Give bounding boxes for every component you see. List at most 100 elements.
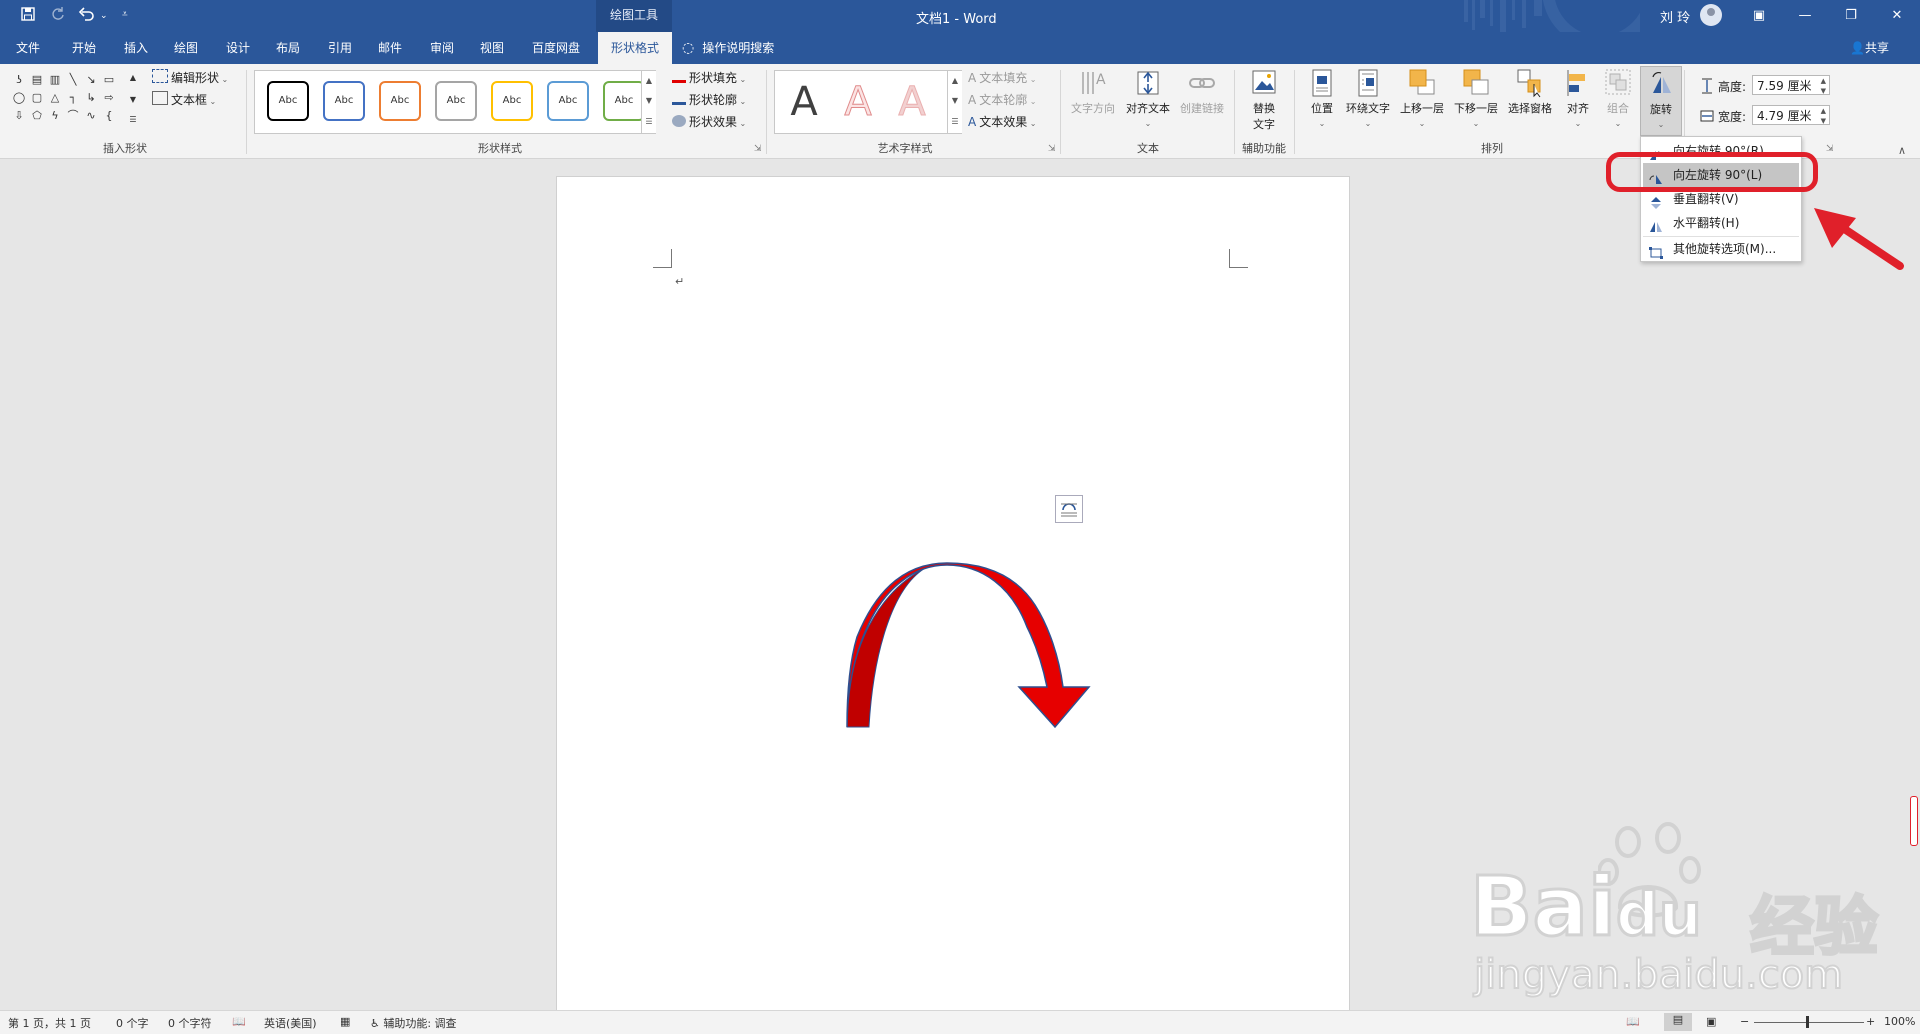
zoom-slider-thumb[interactable] <box>1806 1016 1809 1028</box>
shape-style-swatch[interactable]: Abc <box>547 81 589 121</box>
dialog-launcher-icon[interactable]: ⇲ <box>754 144 762 154</box>
shape-wave-icon[interactable]: ∿ <box>84 110 98 122</box>
selection-pane-button[interactable]: 选择窗格 <box>1504 68 1556 116</box>
ribbon-display-options-icon[interactable]: ▣ <box>1736 0 1782 32</box>
create-link-button[interactable]: 创建链接 <box>1176 68 1228 116</box>
menu-item-more-rotation-options[interactable]: 其他旋转选项(M)... <box>1643 237 1799 261</box>
shape-brace-icon[interactable]: { <box>102 110 116 122</box>
print-layout-icon[interactable]: ▤ <box>1664 1013 1692 1031</box>
shape-vertical-textbox-icon[interactable]: ▥ <box>48 74 62 86</box>
gallery-more-icon[interactable]: ☰ <box>641 111 656 133</box>
width-input[interactable]: 4.79 厘米 ▲ ▼ <box>1752 105 1830 125</box>
tab-design[interactable]: 设计 <box>216 32 260 64</box>
shape-arc-icon[interactable]: ⌒ <box>66 110 80 122</box>
gallery-scroll-down-icon[interactable]: ▼ <box>641 91 656 111</box>
shape-styles-gallery[interactable]: Abc Abc Abc Abc Abc Abc Abc ▲ ▼ ☰ <box>254 70 656 134</box>
zoom-level[interactable]: 100% <box>1884 1015 1915 1028</box>
shape-outline-button[interactable]: 形状轮廓 ⌄ <box>672 90 746 110</box>
vertical-scrollbar-thumb[interactable] <box>1910 796 1918 846</box>
send-backward-button[interactable]: 下移一层 ⌄ <box>1450 68 1502 129</box>
zoom-in-icon[interactable]: + <box>1866 1015 1875 1028</box>
shape-style-swatch[interactable]: Abc <box>379 81 421 121</box>
align-text-button[interactable]: 对齐文本 ⌄ <box>1122 68 1174 129</box>
char-count[interactable]: 0 个字符 <box>168 1015 212 1031</box>
tab-shape-format[interactable]: 形状格式 <box>598 32 672 64</box>
shape-oval-icon[interactable]: ◯ <box>12 92 26 104</box>
restore-icon[interactable]: ❐ <box>1828 0 1874 32</box>
rotate-button[interactable]: 旋转 ⌄ <box>1640 66 1682 136</box>
undo-dropdown-icon[interactable]: ⌄ <box>100 11 108 21</box>
gallery-scroll-down-icon[interactable]: ▼ <box>947 91 962 111</box>
shape-effects-button[interactable]: 形状效果 ⌄ <box>672 112 746 132</box>
shape-freeform-icon[interactable]: ʖ <box>12 74 26 86</box>
language[interactable]: 英语(美国) <box>264 1015 317 1031</box>
spinner-icon[interactable]: ▲ ▼ <box>1821 76 1826 96</box>
autosave-icon[interactable] <box>50 6 66 26</box>
height-input[interactable]: 7.59 厘米 ▲ ▼ <box>1752 75 1830 95</box>
document-page[interactable]: ↵ <box>556 176 1350 1018</box>
shape-style-swatch[interactable]: Abc <box>603 81 645 121</box>
gallery-scroll-up-icon[interactable]: ▲ <box>947 71 962 91</box>
word-count[interactable]: 0 个字 <box>116 1015 149 1031</box>
undo-icon[interactable] <box>78 6 96 26</box>
zoom-out-icon[interactable]: − <box>1740 1015 1749 1028</box>
shape-lightning-icon[interactable]: ϟ <box>48 110 62 122</box>
tab-layout[interactable]: 布局 <box>266 32 310 64</box>
text-outline-button[interactable]: A 文本轮廓 ⌄ <box>968 90 1036 110</box>
tab-file[interactable]: 文件 <box>6 32 50 64</box>
close-icon[interactable]: ✕ <box>1874 0 1920 32</box>
user-name[interactable]: 刘 玲 <box>1660 7 1690 26</box>
text-direction-button[interactable]: A 文字方向 <box>1068 68 1118 116</box>
tab-home[interactable]: 开始 <box>62 32 106 64</box>
text-fill-button[interactable]: A 文本填充 ⌄ <box>968 68 1036 88</box>
wrap-text-button[interactable]: 环绕文字 ⌄ <box>1342 68 1394 129</box>
collapse-ribbon-icon[interactable]: ∧ <box>1898 144 1906 157</box>
shapes-gallery[interactable]: ʖ ▤ ▥ ╲ ↘ ▭ ◯ ▢ △ ┐ ↳ ⇨ ⇩ ⬠ ϟ ⌒ ∿ { ▲ ▼ … <box>8 70 144 132</box>
shape-rectangle-icon[interactable]: ▭ <box>102 74 116 86</box>
tab-insert[interactable]: 插入 <box>114 32 158 64</box>
gallery-more-icon[interactable]: ☰ <box>126 114 140 126</box>
shape-rounded-rect-icon[interactable]: ▢ <box>30 92 44 104</box>
shape-textbox-icon[interactable]: ▤ <box>30 74 44 86</box>
gallery-scroll-up-icon[interactable]: ▲ <box>641 71 656 91</box>
zoom-slider[interactable] <box>1754 1022 1864 1023</box>
gallery-scroll-down-icon[interactable]: ▼ <box>126 94 140 106</box>
tab-mailings[interactable]: 邮件 <box>368 32 412 64</box>
tab-draw[interactable]: 绘图 <box>164 32 208 64</box>
bring-forward-button[interactable]: 上移一层 ⌄ <box>1396 68 1448 129</box>
tab-view[interactable]: 视图 <box>470 32 514 64</box>
shape-style-swatch[interactable]: Abc <box>435 81 477 121</box>
wordart-style-pale[interactable]: A <box>887 77 937 127</box>
shape-elbow-connector-icon[interactable]: ┐ <box>66 92 80 104</box>
save-icon[interactable] <box>20 6 36 26</box>
proofing-icon[interactable]: 📖 <box>232 1015 246 1028</box>
edit-shape-button[interactable]: 编辑形状 ⌄ <box>152 68 228 88</box>
alt-text-button[interactable]: 替换 文字 <box>1240 68 1288 132</box>
shape-arrow-line-icon[interactable]: ↘ <box>84 74 98 86</box>
spinner-icon[interactable]: ▲ ▼ <box>1821 106 1826 126</box>
wordart-style-light-outline[interactable]: A <box>833 77 883 127</box>
tab-references[interactable]: 引用 <box>318 32 362 64</box>
text-box-button[interactable]: 文本框 ⌄ <box>152 90 216 110</box>
shape-pentagon-icon[interactable]: ⬠ <box>30 110 44 122</box>
dialog-launcher-icon[interactable]: ⇲ <box>1826 144 1834 154</box>
shape-right-arrow-icon[interactable]: ⇨ <box>102 92 116 104</box>
accessibility-status[interactable]: ♿ 辅助功能: 调查 <box>370 1015 457 1031</box>
shape-down-arrow-icon[interactable]: ⇩ <box>12 110 26 122</box>
shape-bent-arrow-icon[interactable]: ↳ <box>84 92 98 104</box>
menu-item-flip-horizontal[interactable]: 水平翻转(H) <box>1643 211 1799 235</box>
minimize-icon[interactable]: — <box>1782 0 1828 32</box>
align-button[interactable]: 对齐 ⌄ <box>1558 68 1598 129</box>
shape-line-icon[interactable]: ╲ <box>66 74 80 86</box>
position-button[interactable]: 位置 ⌄ <box>1302 68 1342 129</box>
layout-options-icon[interactable] <box>1055 495 1083 523</box>
shape-triangle-icon[interactable]: △ <box>48 92 62 104</box>
page-count[interactable]: 第 1 页，共 1 页 <box>8 1015 91 1031</box>
customize-qat-icon[interactable]: ⩡ <box>122 9 128 20</box>
web-layout-icon[interactable]: ▣ <box>1706 1015 1716 1028</box>
shape-style-swatch[interactable]: Abc <box>267 81 309 121</box>
gallery-scroll-up-icon[interactable]: ▲ <box>126 72 140 84</box>
shape-style-swatch[interactable]: Abc <box>491 81 533 121</box>
macro-icon[interactable]: ▦ <box>340 1015 350 1028</box>
wordart-gallery[interactable]: A A A ▲ ▼ ☰ <box>774 70 962 134</box>
